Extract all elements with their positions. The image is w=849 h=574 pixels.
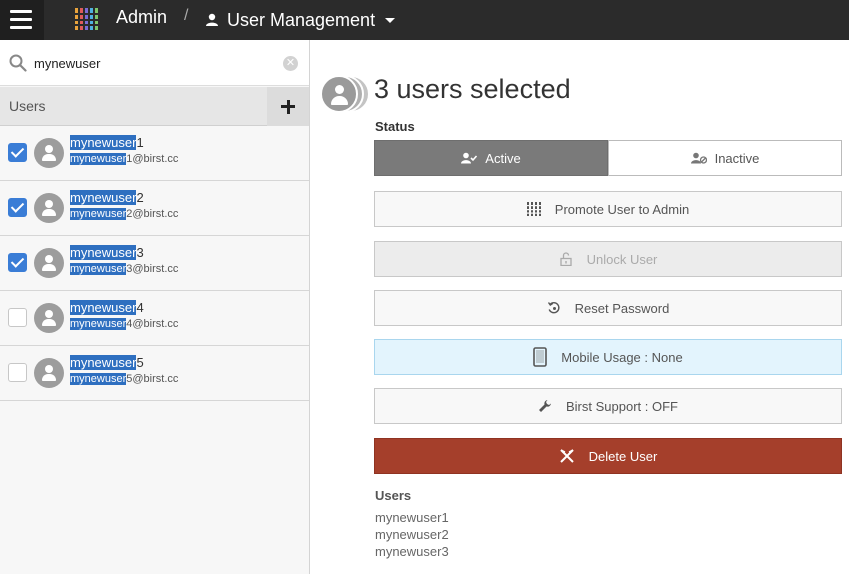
user-management-dropdown[interactable]: User Management — [205, 8, 396, 32]
hamburger-menu-button[interactable] — [0, 0, 44, 40]
user-name: mynewuser2 — [70, 190, 144, 205]
search-icon — [9, 54, 27, 72]
user-checkbox[interactable] — [8, 363, 27, 382]
reset-icon — [547, 302, 560, 314]
search-bar: ✕ — [0, 40, 309, 86]
avatar — [34, 303, 64, 333]
breadcrumb-label: User Management — [227, 9, 376, 30]
promote-to-admin-button[interactable]: Promote User to Admin — [374, 191, 842, 227]
user-icon — [206, 13, 218, 26]
selected-user-name: mynewuser2 — [375, 527, 449, 542]
breadcrumb-separator: / — [184, 7, 189, 24]
user-list-item[interactable]: mynewuser1 mynewuser1@birst.cc — [0, 126, 309, 181]
add-user-button[interactable] — [267, 87, 309, 126]
status-active-button[interactable]: Active — [374, 140, 608, 176]
multi-user-avatar-icon — [320, 75, 380, 115]
user-checkbox[interactable] — [8, 143, 27, 162]
clear-search-icon[interactable]: ✕ — [283, 56, 298, 71]
avatar — [34, 248, 64, 278]
user-email: mynewuser1@birst.cc — [70, 153, 179, 165]
users-list-title: Users — [9, 98, 46, 114]
avatar — [34, 138, 64, 168]
user-email: mynewuser2@birst.cc — [70, 208, 179, 220]
user-name: mynewuser3 — [70, 245, 144, 260]
app-title[interactable]: Admin — [116, 7, 167, 28]
birst-support-button[interactable]: Birst Support : OFF — [374, 388, 842, 424]
users-list-header: Users — [0, 87, 309, 126]
hamburger-line — [10, 18, 32, 21]
user-email: mynewuser3@birst.cc — [70, 263, 179, 275]
wrench-icon — [539, 400, 551, 412]
user-email: mynewuser4@birst.cc — [70, 318, 179, 330]
selected-user-name: mynewuser1 — [375, 510, 449, 525]
user-block-icon — [690, 152, 707, 164]
status-inactive-label: Inactive — [714, 150, 760, 166]
unlock-label: Unlock User — [586, 251, 658, 267]
avatar — [34, 193, 64, 223]
selected-users-label: Users — [375, 488, 412, 503]
reset-password-label: Reset Password — [574, 300, 670, 316]
user-list-item[interactable]: mynewuser2 mynewuser2@birst.cc — [0, 181, 309, 236]
mobile-usage-label: Mobile Usage : None — [561, 349, 683, 365]
unlock-user-button[interactable]: Unlock User — [374, 241, 842, 277]
user-name: mynewuser5 — [70, 355, 144, 370]
selected-user-name: mynewuser3 — [375, 544, 449, 559]
promote-label: Promote User to Admin — [554, 201, 690, 217]
mobile-usage-button[interactable]: Mobile Usage : None — [374, 339, 842, 375]
top-bar: Admin / User Management — [0, 0, 849, 40]
birst-logo-icon — [75, 8, 98, 30]
avatar — [34, 358, 64, 388]
admin-grid-icon — [526, 202, 541, 216]
user-email: mynewuser5@birst.cc — [70, 373, 179, 385]
caret-down-icon — [385, 17, 396, 23]
user-list-item[interactable]: mynewuser3 mynewuser3@birst.cc — [0, 236, 309, 291]
unlock-icon — [559, 252, 572, 266]
selection-title: 3 users selected — [374, 74, 571, 104]
user-check-icon — [461, 152, 478, 164]
mobile-icon — [533, 347, 548, 367]
user-checkbox[interactable] — [8, 308, 27, 327]
user-list-item[interactable]: mynewuser4 mynewuser4@birst.cc — [0, 291, 309, 346]
hamburger-line — [10, 10, 32, 13]
user-name: mynewuser4 — [70, 300, 144, 315]
search-input[interactable] — [34, 52, 274, 74]
delete-user-label: Delete User — [588, 448, 658, 464]
birst-support-label: Birst Support : OFF — [566, 398, 678, 414]
reset-password-button[interactable]: Reset Password — [374, 290, 842, 326]
delete-user-button[interactable]: Delete User — [374, 438, 842, 474]
status-active-label: Active — [485, 150, 521, 166]
user-list-item[interactable]: mynewuser5 mynewuser5@birst.cc — [0, 346, 309, 401]
user-details-panel: 3 users selected Status Active Inactive … — [311, 40, 849, 574]
user-list-panel: ✕ Users mynewuser1 mynewuser1@birst.cc m… — [0, 40, 310, 574]
status-inactive-button[interactable]: Inactive — [608, 140, 842, 176]
user-checkbox[interactable] — [8, 253, 27, 272]
user-checkbox[interactable] — [8, 198, 27, 217]
hamburger-line — [10, 26, 32, 29]
status-label: Status — [375, 119, 415, 134]
user-name: mynewuser1 — [70, 135, 144, 150]
delete-icon — [559, 449, 574, 463]
